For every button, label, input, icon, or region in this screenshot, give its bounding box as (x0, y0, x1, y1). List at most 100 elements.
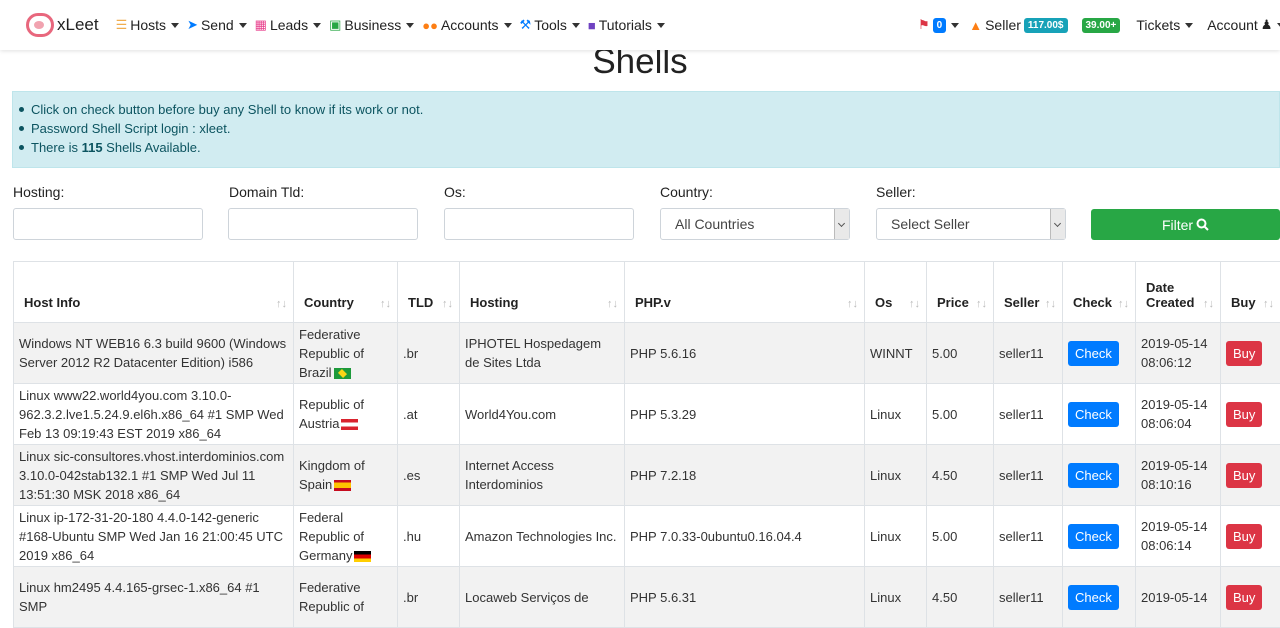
column-header-os[interactable]: Os↑↓ (865, 262, 927, 323)
column-header-price[interactable]: Price↑↓ (927, 262, 994, 323)
chevron-down-icon (657, 23, 665, 28)
nav-accounts-label: Accounts (441, 17, 499, 33)
filter-button-label: Filter (1162, 217, 1193, 233)
country-cell: Federative Republic of (294, 567, 398, 628)
country-cell: Republic of Austria (294, 384, 398, 445)
buy-button[interactable]: Buy (1226, 341, 1262, 366)
date-value: 2019-05-14 (1141, 336, 1208, 351)
chevron-down-icon (171, 23, 179, 28)
tickets-label: Tickets (1136, 17, 1180, 33)
check-cell: Check (1063, 445, 1136, 506)
os-input[interactable] (444, 208, 634, 240)
address-book-icon: ▦ (255, 17, 267, 33)
column-header-date-created[interactable]: DateCreated↑↓ (1136, 262, 1221, 323)
host-info-cell: Windows NT WEB16 6.3 build 9600 (Windows… (14, 323, 294, 384)
country-cell: Federative Republic of Brazil (294, 323, 398, 384)
seller-menu[interactable]: ▲ Seller 117.00$ (969, 17, 1067, 33)
column-header-check[interactable]: Check↑↓ (1063, 262, 1136, 323)
date-value: 2019-05-14 (1141, 519, 1208, 534)
os-cell: WINNT (865, 323, 927, 384)
tld-cell: .hu (398, 506, 460, 567)
nav-leads-label: Leads (270, 17, 308, 33)
hosting-cell: World4You.com (460, 384, 625, 445)
buy-button[interactable]: Buy (1226, 585, 1262, 610)
date-cell: 2019-05-1408:10:16 (1136, 445, 1221, 506)
php-cell: PHP 5.3.29 (625, 384, 865, 445)
php-cell: PHP 5.6.16 (625, 323, 865, 384)
nav-send-label: Send (201, 17, 234, 33)
seller-select-value: Select Seller (891, 216, 970, 232)
seller-cell: seller11 (994, 567, 1063, 628)
buy-cell: Buy (1221, 323, 1280, 384)
price-cell: 5.00 (927, 323, 994, 384)
table-row: Windows NT WEB16 6.3 build 9600 (Windows… (14, 323, 1280, 384)
nav-tools[interactable]: ⚒ Tools (520, 17, 580, 33)
column-header-host-info[interactable]: Host Info↑↓ (14, 262, 294, 323)
tld-cell: .br (398, 323, 460, 384)
spain-flag-icon (334, 480, 351, 491)
date-cell: 2019-05-1408:06:14 (1136, 506, 1221, 567)
seller-balance-badge: 117.00$ (1024, 18, 1068, 33)
tickets-menu[interactable]: Tickets (1136, 17, 1193, 33)
nav-tools-label: Tools (534, 17, 567, 33)
table-header-row: Host Info↑↓ Country↑↓ TLD↑↓ Hosting↑↓ PH… (14, 262, 1280, 323)
column-header-country[interactable]: Country↑↓ (294, 262, 398, 323)
check-button[interactable]: Check (1068, 341, 1119, 366)
balance-link[interactable]: 39.00+ (1082, 18, 1121, 33)
chevron-down-icon (504, 23, 512, 28)
check-button[interactable]: Check (1068, 402, 1119, 427)
nav-accounts[interactable]: ●● Accounts (422, 17, 511, 33)
sort-icon: ↑↓ (1118, 298, 1129, 310)
column-header-tld[interactable]: TLD↑↓ (398, 262, 460, 323)
os-cell: Linux (865, 567, 927, 628)
domain-tld-input[interactable] (228, 208, 418, 240)
buy-header-label: Buy (1231, 295, 1256, 310)
seller-cell: seller11 (994, 323, 1063, 384)
nav-send[interactable]: ➤ Send (187, 17, 247, 33)
host-info-cell: Linux sic-consultores.vhost.interdominio… (14, 445, 294, 506)
hosting-input[interactable] (13, 208, 203, 240)
date-value: 2019-05-14 (1141, 458, 1208, 473)
nav-hosts-label: Hosts (130, 17, 166, 33)
buy-button[interactable]: Buy (1226, 524, 1262, 549)
sort-icon: ↑↓ (607, 298, 618, 310)
php-header-label: PHP.v (635, 295, 671, 310)
column-header-php[interactable]: PHP.v↑↓ (625, 262, 865, 323)
php-cell: PHP 7.0.33-0ubuntu0.16.04.4 (625, 506, 865, 567)
account-menu[interactable]: Account ♟ (1207, 17, 1280, 33)
chevron-down-icon (313, 23, 321, 28)
filter-button[interactable]: Filter (1091, 209, 1280, 240)
notifications-menu[interactable]: ⚑ 0 (918, 17, 959, 33)
buy-button[interactable]: Buy (1226, 402, 1262, 427)
column-header-hosting[interactable]: Hosting↑↓ (460, 262, 625, 323)
buy-button[interactable]: Buy (1226, 463, 1262, 488)
seller-header-label: Seller (1004, 295, 1039, 310)
seller-select[interactable]: Select Seller (876, 208, 1066, 240)
main-nav: ☰ Hosts ➤ Send ▦ Leads ▣ Business ●● Acc… (116, 17, 673, 33)
hosting-cell: Locaweb Serviços de (460, 567, 625, 628)
column-header-buy[interactable]: Buy↑↓ (1221, 262, 1280, 323)
country-cell: Kingdom of Spain (294, 445, 398, 506)
price-cell: 5.00 (927, 384, 994, 445)
host-info-cell: Linux www22.world4you.com 3.10.0-962.3.2… (14, 384, 294, 445)
brazil-flag-icon (334, 368, 351, 379)
nav-leads[interactable]: ▦ Leads (255, 17, 321, 33)
column-header-seller[interactable]: Seller↑↓ (994, 262, 1063, 323)
domain-tld-label: Domain Tld: (229, 184, 304, 200)
check-button[interactable]: Check (1068, 524, 1119, 549)
nav-tutorials[interactable]: ■ Tutorials (588, 17, 665, 33)
tld-cell: .at (398, 384, 460, 445)
sort-icon: ↑↓ (442, 298, 453, 310)
os-header-label: Os (875, 295, 892, 310)
nav-hosts[interactable]: ☰ Hosts (116, 17, 179, 33)
nav-business[interactable]: ▣ Business (329, 17, 414, 33)
brand-link[interactable]: xLeet (26, 13, 99, 37)
user-nav: ⚑ 0 ▲ Seller 117.00$ 39.00+ Tickets Acco… (918, 0, 1280, 50)
check-button[interactable]: Check (1068, 585, 1119, 610)
check-button[interactable]: Check (1068, 463, 1119, 488)
user-secret-icon: ♟ (1261, 17, 1273, 33)
country-name: Kingdom of Spain (299, 458, 365, 492)
date-header-label-line1: Date (1146, 280, 1174, 295)
country-select[interactable]: All Countries (660, 208, 850, 240)
date-value: 2019-05-14 (1141, 590, 1208, 605)
